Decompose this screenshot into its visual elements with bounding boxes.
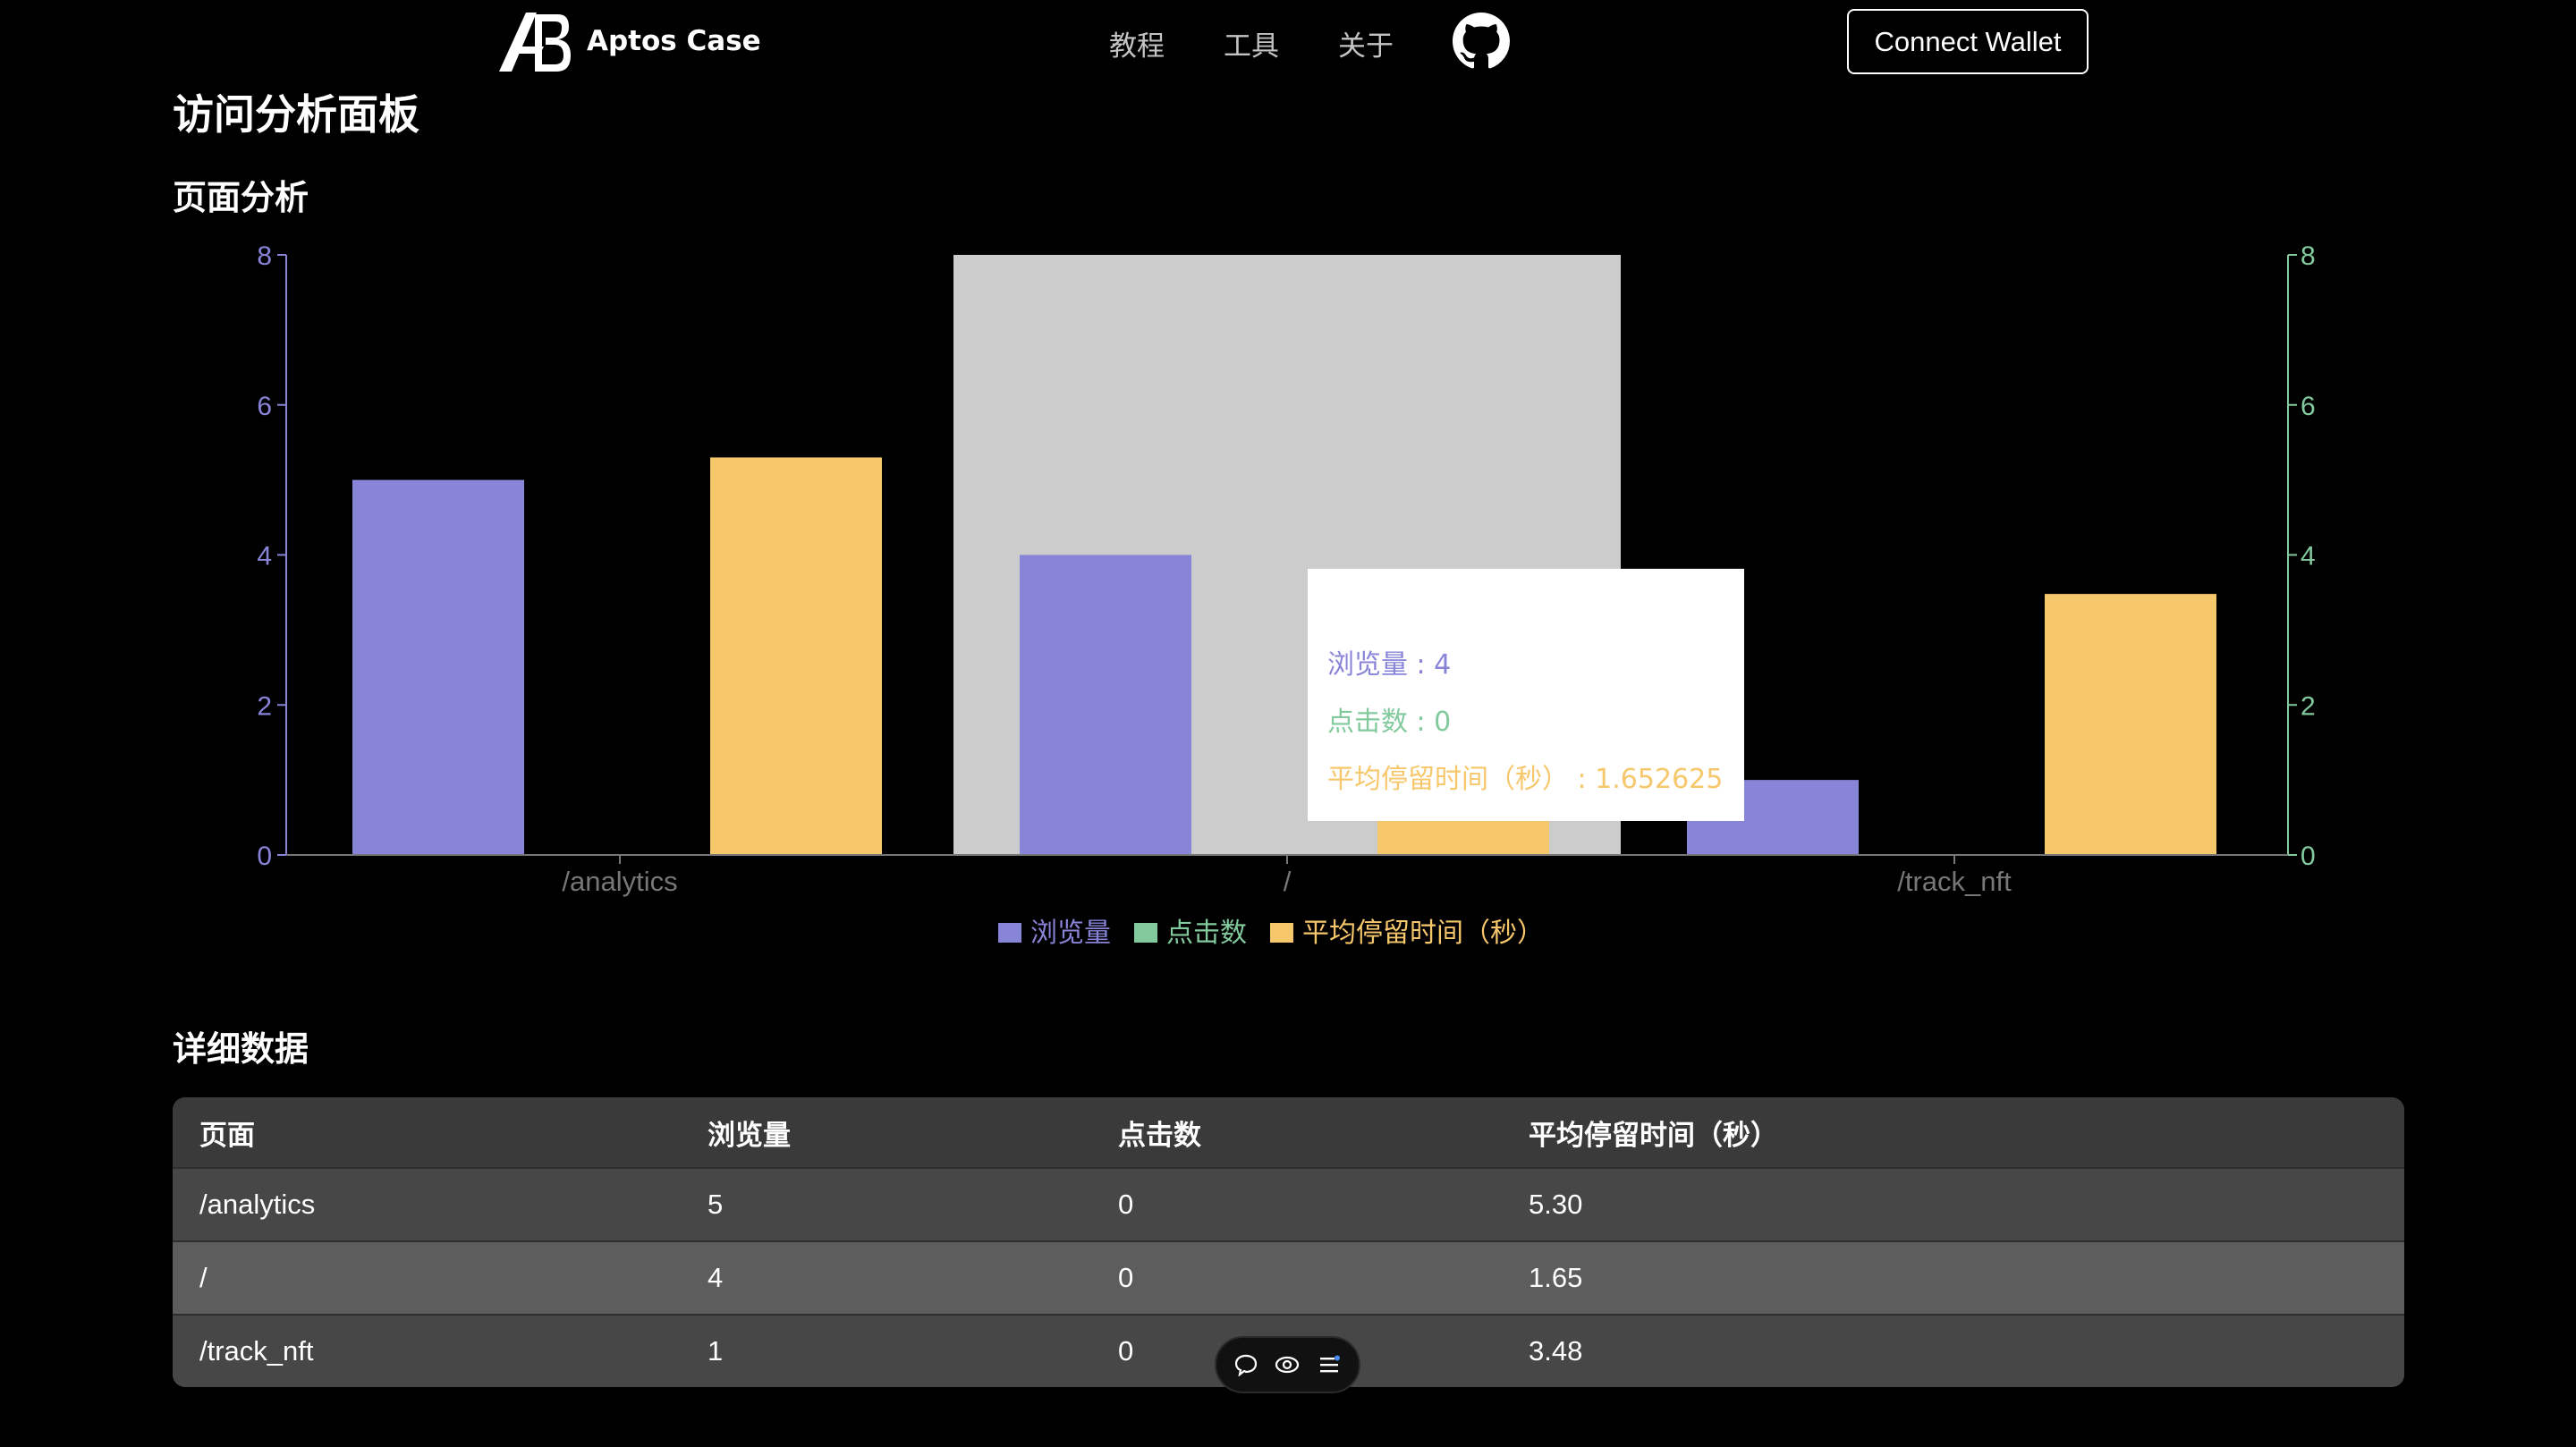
legend-label[interactable]: 浏览量 <box>1030 918 1111 949</box>
tooltip-duration: 平均停留时间（秒） : 1.652625 <box>1327 764 1724 795</box>
cell-page: /analytics <box>199 1189 316 1220</box>
cell-views: 1 <box>708 1335 724 1367</box>
floating-toolbar <box>1215 1336 1360 1393</box>
legend-swatch <box>1270 923 1293 943</box>
cell-views: 4 <box>708 1262 724 1293</box>
header-page: 页面 <box>199 1119 255 1152</box>
table-row: /analytics 5 0 5.30 <box>173 1167 2404 1240</box>
y-left-tick-label: 6 <box>257 392 272 421</box>
comment-icon[interactable] <box>1233 1351 1259 1378</box>
table-section-title: 详细数据 <box>173 1029 309 1069</box>
cell-duration: 3.48 <box>1529 1335 1583 1367</box>
header-views: 浏览量 <box>708 1119 791 1152</box>
y-right-tick-label: 0 <box>2301 842 2316 871</box>
cell-clicks: 0 <box>1118 1189 1134 1220</box>
cell-clicks: 0 <box>1118 1262 1134 1293</box>
x-tick-label: /track_nft <box>1897 866 2012 897</box>
bar-views[interactable] <box>352 479 524 855</box>
y-left-tick-label: 2 <box>257 691 272 721</box>
tooltip-clicks: 点击数 : 0 <box>1327 707 1452 738</box>
table-header-row: 页面 浏览量 点击数 平均停留时间（秒） <box>173 1097 2404 1167</box>
bar-duration[interactable] <box>2045 594 2216 855</box>
table-row: / 4 0 1.65 <box>173 1240 2404 1314</box>
y-right-tick-label: 6 <box>2301 392 2316 421</box>
chart-tooltip: 浏览量 : 4 点击数 : 0 平均停留时间（秒） : 1.652625 <box>1308 569 1744 821</box>
x-tick-label: /analytics <box>562 866 677 897</box>
y-left-tick-label: 4 <box>257 542 272 571</box>
y-right-tick-label: 4 <box>2301 542 2316 571</box>
cell-views: 5 <box>708 1189 724 1220</box>
y-left-tick-label: 8 <box>257 241 272 271</box>
legend-label[interactable]: 点击数 <box>1166 918 1247 949</box>
x-tick-label: / <box>1284 866 1292 897</box>
cell-duration: 1.65 <box>1529 1262 1583 1293</box>
tooltip-views: 浏览量 : 4 <box>1327 649 1452 681</box>
legend-swatch <box>998 923 1021 943</box>
cell-duration: 5.30 <box>1529 1189 1583 1220</box>
cell-page: / <box>199 1262 208 1293</box>
header-duration: 平均停留时间（秒） <box>1529 1119 1778 1152</box>
page-analysis-chart: 0 0 2 2 4 4 6 6 8 8/analytics / /track_nft 浏览量 点击数 平均… <box>257 241 2316 949</box>
legend-label[interactable]: 平均停留时间（秒） <box>1302 918 1544 949</box>
cell-page: /track_nft <box>199 1335 314 1367</box>
menu-icon[interactable] <box>1316 1351 1343 1378</box>
bar-views[interactable] <box>1020 554 1191 856</box>
y-left-tick-label: 0 <box>257 842 272 871</box>
y-right-tick-label: 2 <box>2301 691 2316 721</box>
header-clicks: 点击数 <box>1118 1119 1201 1152</box>
eye-icon[interactable] <box>1274 1351 1301 1378</box>
bar-duration[interactable] <box>710 457 882 855</box>
legend-swatch <box>1134 923 1157 943</box>
y-right-tick-label: 8 <box>2301 241 2316 271</box>
